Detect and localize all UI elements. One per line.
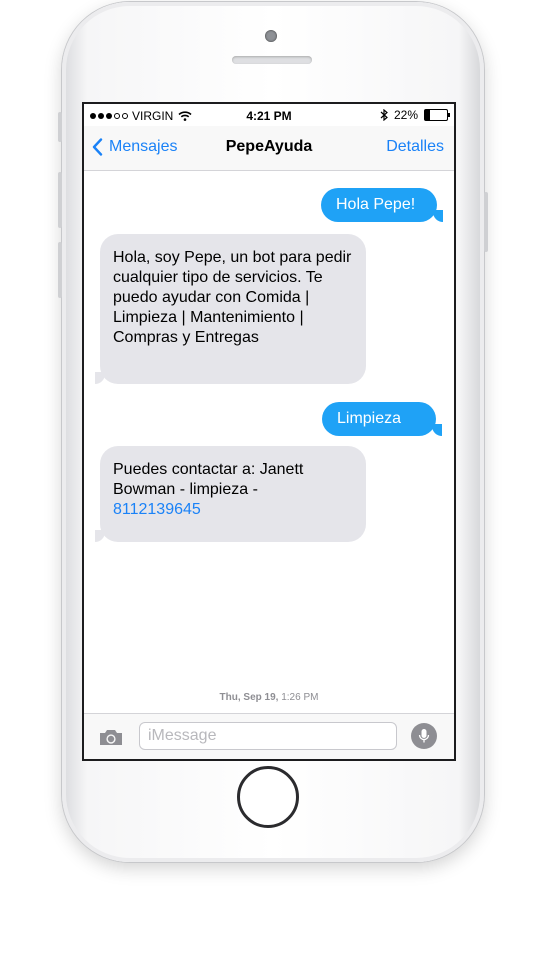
power-button xyxy=(484,192,488,252)
outgoing-message-bubble[interactable]: Hola Pepe! xyxy=(321,188,437,222)
home-button[interactable] xyxy=(237,766,299,828)
microphone-button[interactable] xyxy=(411,723,437,749)
details-button[interactable]: Detalles xyxy=(386,138,444,156)
incoming-bubble-tail xyxy=(95,372,105,384)
message-text: Limpieza xyxy=(337,410,402,427)
status-bar: VIRGIN 4:21 PM 22% xyxy=(84,104,454,126)
timestamp-day: Thu, Sep 19, xyxy=(219,692,279,703)
message-text: Hola, soy Pepe, un bot para pedir cualqu… xyxy=(113,249,352,346)
outgoing-message-bubble[interactable]: Limpieza xyxy=(322,402,436,436)
front-camera xyxy=(265,30,277,42)
camera-icon[interactable] xyxy=(98,728,124,747)
screen: VIRGIN 4:21 PM 22% Mensajes PepeAyuda De… xyxy=(84,104,454,759)
timestamp-time: 1:26 PM xyxy=(281,692,319,703)
earpiece-speaker xyxy=(232,56,312,64)
message-input-bar xyxy=(84,713,454,759)
battery-level-fill xyxy=(425,110,430,120)
message-input[interactable] xyxy=(139,722,397,750)
volume-up-button xyxy=(58,172,62,228)
conversation-timestamp: Thu, Sep 19, 1:26 PM xyxy=(84,692,454,703)
message-text: Puedes contactar a: Janett Bowman - limp… xyxy=(113,461,304,498)
battery-icon xyxy=(424,109,450,121)
message-text: Hola Pepe! xyxy=(336,196,416,213)
phone-frame: VIRGIN 4:21 PM 22% Mensajes PepeAyuda De… xyxy=(58,2,488,862)
phone-number-link[interactable]: 8112139645 xyxy=(113,500,353,520)
battery-percent: 22% xyxy=(393,108,418,122)
microphone-icon xyxy=(418,729,430,743)
incoming-message-bubble[interactable]: Hola, soy Pepe, un bot para pedir cualqu… xyxy=(100,234,366,384)
volume-down-button xyxy=(58,242,62,298)
bluetooth-icon xyxy=(380,109,388,121)
mute-switch xyxy=(58,112,62,142)
status-right: 22% xyxy=(380,108,450,122)
outgoing-bubble-tail xyxy=(433,210,443,222)
incoming-message-bubble[interactable]: Puedes contactar a: Janett Bowman - limp… xyxy=(100,446,366,542)
incoming-bubble-tail xyxy=(95,530,105,542)
navigation-bar: Mensajes PepeAyuda Detalles xyxy=(84,126,454,171)
outgoing-bubble-tail xyxy=(432,424,442,436)
